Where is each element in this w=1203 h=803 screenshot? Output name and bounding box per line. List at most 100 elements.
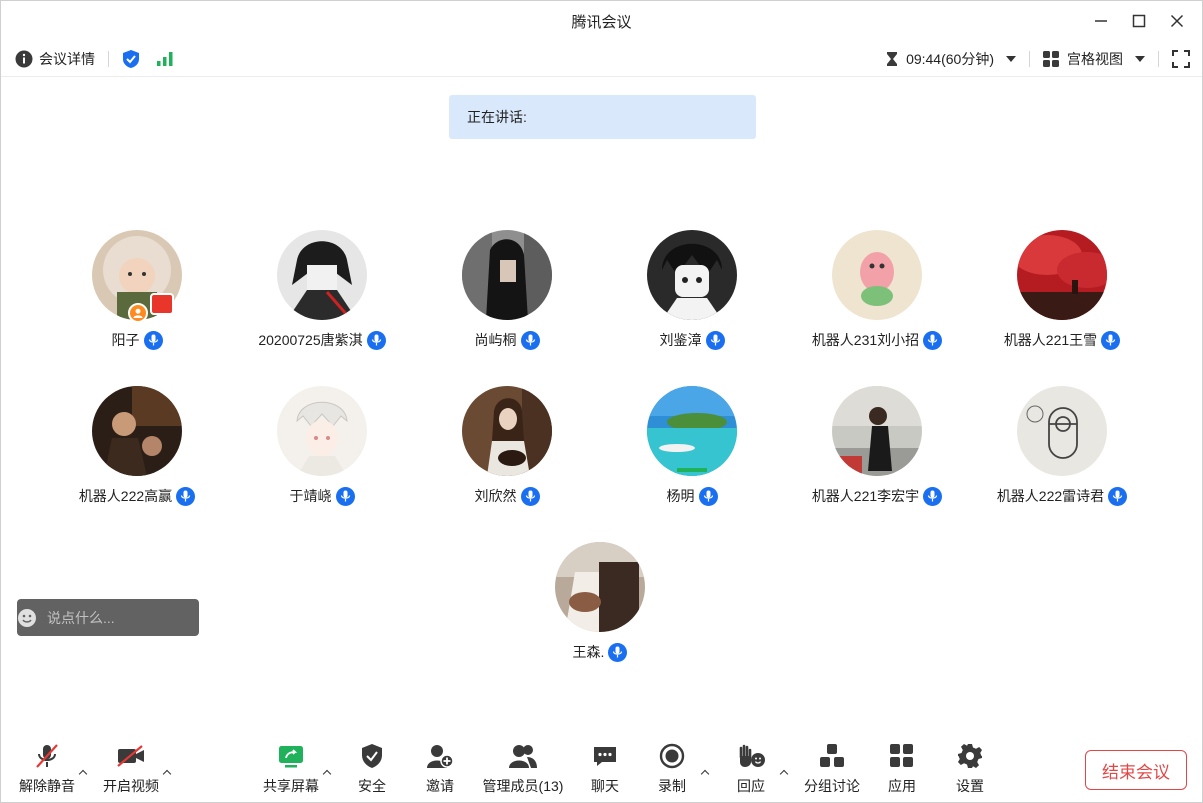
chevron-up-icon: [162, 769, 172, 779]
avatar: [92, 386, 182, 476]
window-title: 腾讯会议: [571, 13, 632, 31]
participant-tile[interactable]: 机器人222雷诗君: [972, 386, 1152, 506]
manage-members-button[interactable]: 管理成员(13): [479, 739, 567, 796]
participant-tile[interactable]: 王森.: [510, 542, 690, 662]
microphone-icon: [1101, 330, 1121, 350]
bottom-toolbar: 解除静音 开启视频 共享屏幕 安全 邀请 管理成员(13) 聊天 录制 回应 分…: [1, 739, 1202, 803]
signal-bars-icon: [157, 51, 173, 66]
breakout-rooms-button[interactable]: 分组讨论: [802, 739, 862, 796]
microphone-muted-icon: [36, 744, 58, 768]
participant-tile[interactable]: 20200725唐紫淇: [232, 230, 412, 350]
chevron-up-icon: [322, 769, 332, 779]
minimize-button[interactable]: [1082, 1, 1120, 41]
host-badge-icon: [128, 303, 148, 323]
start-video-label: 开启视频: [103, 778, 159, 794]
view-mode-button[interactable]: 宫格视图: [1043, 49, 1145, 69]
invite-button[interactable]: 邀请: [420, 739, 460, 796]
meeting-details-label: 会议详情: [39, 50, 95, 67]
close-button[interactable]: [1158, 1, 1196, 41]
end-meeting-button[interactable]: 结束会议: [1085, 750, 1187, 790]
smiley-icon: [18, 608, 36, 627]
video-options-button[interactable]: [160, 767, 174, 781]
microphone-icon: [923, 330, 943, 350]
microphone-icon: [335, 486, 355, 506]
info-icon: [15, 50, 33, 67]
avatar: [462, 386, 552, 476]
meeting-details-button[interactable]: 会议详情: [15, 49, 95, 69]
flag-icon: [150, 293, 174, 315]
apps-label: 应用: [888, 778, 916, 794]
collapse-chat-button[interactable]: [228, 599, 238, 636]
participant-name: 刘鉴漳: [659, 332, 702, 348]
participant-name: 于靖峣: [289, 488, 332, 504]
maximize-button[interactable]: [1120, 1, 1158, 41]
participant-name: 机器人222雷诗君: [996, 488, 1105, 504]
start-video-button[interactable]: 开启视频: [102, 739, 160, 796]
breakout-icon: [820, 744, 844, 767]
record-icon: [659, 743, 685, 769]
participant-tile[interactable]: 刘欣然: [417, 386, 597, 506]
emoji-button[interactable]: [17, 599, 37, 636]
participant-tile[interactable]: 杨明: [602, 386, 782, 506]
participant-tile[interactable]: 尚屿桐: [417, 230, 597, 350]
meeting-info-bar: 会议详情 09:44(60分钟) 宫格视图: [1, 41, 1202, 77]
participant-name: 20200725唐紫淇: [258, 332, 363, 348]
security-label: 安全: [358, 778, 386, 794]
participant-tile[interactable]: 机器人221李宏宇: [787, 386, 967, 506]
divider: [108, 50, 109, 67]
participant-tile[interactable]: 机器人222高赢: [47, 386, 227, 506]
participant-name: 阳子: [111, 332, 140, 348]
timer-dropdown-icon: [1006, 56, 1016, 62]
participant-name: 王森.: [572, 644, 605, 660]
microphone-icon: [698, 486, 718, 506]
chevron-up-icon: [779, 769, 789, 779]
record-label: 录制: [658, 778, 686, 794]
reactions-button[interactable]: 回应: [731, 739, 771, 796]
share-screen-button[interactable]: 共享屏幕: [262, 739, 320, 796]
meeting-timer[interactable]: 09:44(60分钟): [886, 49, 1016, 69]
security-shield-button[interactable]: [122, 49, 140, 69]
participant-tile[interactable]: 机器人221王雪: [972, 230, 1152, 350]
avatar: [647, 386, 737, 476]
participant-tile[interactable]: 刘鉴漳: [602, 230, 782, 350]
avatar: [277, 386, 367, 476]
chevron-up-icon: [78, 769, 88, 779]
record-button[interactable]: 录制: [652, 739, 692, 796]
participant-name: 机器人221李宏宇: [811, 488, 920, 504]
unmute-button[interactable]: 解除静音: [18, 739, 76, 796]
avatar: [277, 230, 367, 320]
shield-icon: [362, 744, 382, 768]
chat-label: 聊天: [591, 778, 619, 794]
audio-options-button[interactable]: [76, 767, 90, 781]
participant-tile[interactable]: 于靖峣: [232, 386, 412, 506]
close-icon: [1170, 14, 1184, 28]
apps-button[interactable]: 应用: [882, 739, 922, 796]
settings-button[interactable]: 设置: [950, 739, 990, 796]
participant-name: 刘欣然: [474, 488, 517, 504]
participant-tile[interactable]: 阳子: [47, 230, 227, 350]
record-options-button[interactable]: [698, 767, 712, 781]
active-speaker-banner: 正在讲话:: [449, 95, 756, 139]
reactions-options-button[interactable]: [777, 767, 791, 781]
chevron-up-icon: [700, 769, 710, 779]
avatar: [832, 386, 922, 476]
participant-name: 机器人221王雪: [1003, 332, 1098, 348]
security-button[interactable]: 安全: [352, 739, 392, 796]
share-options-button[interactable]: [320, 767, 334, 781]
participant-name: 机器人231刘小招: [811, 332, 920, 348]
participant-tile[interactable]: 机器人231刘小招: [787, 230, 967, 350]
members-icon: [509, 745, 537, 768]
participant-name: 杨明: [666, 488, 695, 504]
chat-input-box: [17, 599, 236, 636]
chat-button[interactable]: 聊天: [585, 739, 625, 796]
chat-message-input[interactable]: [37, 599, 228, 636]
unmute-label: 解除静音: [19, 778, 75, 794]
manage-members-label: 管理成员(13): [482, 778, 564, 794]
avatar: [832, 230, 922, 320]
fullscreen-button[interactable]: [1172, 50, 1190, 68]
grid-view-icon: [1043, 51, 1059, 67]
microphone-icon: [143, 330, 163, 350]
network-signal-button[interactable]: [156, 51, 174, 67]
fullscreen-icon: [1172, 50, 1190, 68]
gear-icon: [958, 744, 982, 768]
